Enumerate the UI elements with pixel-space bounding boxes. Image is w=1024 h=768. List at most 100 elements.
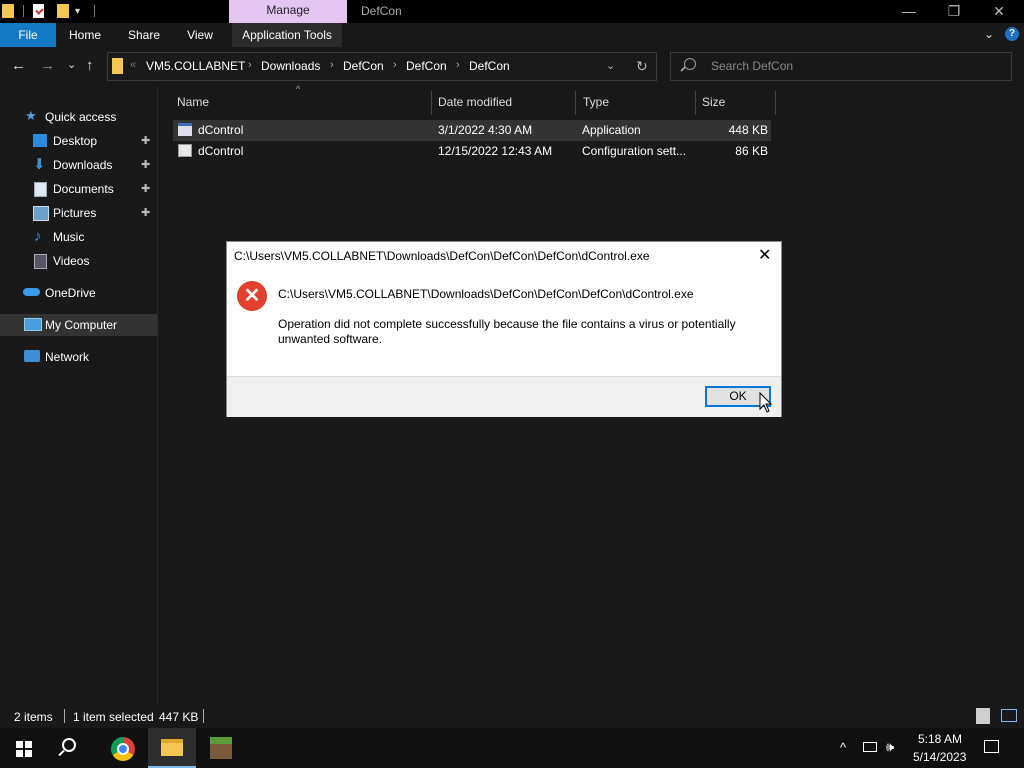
status-selected: 1 item selected (73, 710, 154, 724)
column-divider[interactable] (775, 91, 776, 115)
status-item-count: 2 items (14, 710, 53, 724)
download-icon: ⬇ (33, 156, 46, 173)
pin-icon[interactable]: ✚ (141, 178, 150, 200)
forward-button[interactable]: → (40, 57, 55, 74)
restore-button[interactable]: ❐ (931, 0, 977, 23)
nav-item-label: Downloads (53, 158, 113, 172)
column-divider[interactable] (575, 91, 576, 115)
column-header-name[interactable]: Name (177, 95, 209, 111)
new-folder-icon[interactable] (57, 4, 69, 18)
documents-icon (34, 182, 47, 197)
clock-time[interactable]: 5:18 AM (918, 732, 962, 746)
nav-item-pictures[interactable]: Pictures ✚ (0, 202, 157, 224)
breadcrumb-defcon-2[interactable]: DefCon (406, 59, 447, 73)
breadcrumb-downloads[interactable]: Downloads (261, 59, 320, 73)
breadcrumb-separator[interactable]: › (393, 59, 397, 71)
tab-home[interactable]: Home (60, 23, 110, 47)
dialog-file-path: C:\Users\VM5.COLLABNET\Downloads\DefCon\… (278, 287, 694, 301)
nav-item-music[interactable]: ♪ Music (0, 226, 157, 248)
nav-item-my-computer[interactable]: My Computer (0, 314, 157, 336)
back-button[interactable]: ← (11, 57, 26, 74)
nav-item-onedrive[interactable]: OneDrive (0, 282, 157, 304)
file-size: 448 KB (728, 123, 768, 137)
nav-item-quick-access[interactable]: ★ Quick access (0, 106, 157, 128)
properties-icon[interactable] (33, 4, 44, 18)
minimize-button[interactable]: — (886, 0, 932, 23)
volume-icon[interactable]: 🕪 (886, 739, 894, 755)
nav-item-desktop[interactable]: Desktop ✚ (0, 130, 157, 152)
file-size: 86 KB (735, 144, 768, 158)
dialog-close-button[interactable]: ✕ (758, 245, 771, 265)
nav-item-label: Pictures (53, 206, 97, 220)
pin-icon[interactable]: ✚ (141, 202, 150, 224)
customize-quick-access-icon[interactable]: ▾ (75, 6, 80, 17)
breadcrumb-separator[interactable]: › (330, 59, 334, 71)
cloud-icon (23, 288, 40, 296)
pin-icon[interactable]: ✚ (141, 154, 150, 176)
column-divider[interactable] (431, 91, 432, 115)
refresh-button[interactable]: ↻ (636, 58, 648, 75)
nav-item-label: My Computer (45, 318, 118, 332)
minecraft-icon[interactable] (210, 737, 232, 759)
expand-ribbon-icon[interactable]: ⌄ (984, 27, 994, 41)
notifications-icon[interactable] (984, 740, 999, 753)
breadcrumb-separator[interactable]: › (248, 59, 252, 71)
manage-context-tab[interactable]: Manage (229, 0, 347, 23)
tab-application-tools[interactable]: Application Tools (232, 23, 342, 47)
nav-item-network[interactable]: Network (0, 346, 157, 368)
file-date: 12/15/2022 12:43 AM (438, 144, 553, 158)
tab-share[interactable]: Share (122, 23, 166, 47)
column-divider[interactable] (695, 91, 696, 115)
nav-item-label: Quick access (45, 110, 117, 124)
address-overflow-icon[interactable]: « (130, 59, 136, 71)
star-icon: ★ (25, 108, 37, 123)
tab-view[interactable]: View (180, 23, 220, 47)
music-icon: ♪ (34, 228, 42, 245)
details-view-icon[interactable] (976, 708, 990, 724)
folder-icon[interactable] (2, 4, 14, 18)
chrome-icon[interactable] (111, 737, 135, 761)
clock-date[interactable]: 5/14/2023 (913, 750, 966, 764)
breadcrumb-separator[interactable]: › (456, 59, 460, 71)
file-row[interactable]: dControl 12/15/2022 12:43 AM Configurati… (173, 141, 771, 162)
nav-item-label: Videos (53, 254, 90, 268)
start-icon[interactable] (16, 741, 32, 757)
breadcrumb-defcon-3[interactable]: DefCon (469, 59, 510, 73)
file-row[interactable]: dControl 3/1/2022 4:30 AM Application 44… (173, 120, 771, 141)
dialog-message: Operation did not complete successfully … (278, 317, 736, 346)
status-size: 447 KB (159, 710, 199, 724)
file-type: Configuration sett... (582, 144, 687, 158)
address-dropdown-icon[interactable]: ⌄ (606, 59, 615, 72)
computer-icon (24, 318, 42, 331)
close-button[interactable]: ✕ (976, 0, 1022, 23)
nav-item-documents[interactable]: Documents ✚ (0, 178, 157, 200)
separator (23, 5, 24, 17)
window-title: DefCon (361, 4, 402, 18)
recent-locations-button[interactable]: ⌄ (67, 58, 76, 71)
tab-file[interactable]: File (0, 23, 56, 47)
nav-item-label: Desktop (53, 134, 98, 148)
pin-icon[interactable]: ✚ (141, 130, 150, 152)
show-hidden-icons-icon[interactable]: ^ (840, 740, 846, 755)
column-header-type[interactable]: Type (583, 95, 609, 111)
column-header-size[interactable]: Size (702, 95, 725, 111)
file-name: dControl (198, 123, 244, 137)
column-header-date-modified[interactable]: Date modified (438, 95, 512, 111)
breadcrumb-vm5[interactable]: VM5.COLLABNET (146, 59, 245, 73)
nav-item-label: Documents (53, 182, 114, 196)
large-icons-view-icon[interactable] (1001, 709, 1017, 722)
up-button[interactable]: ↑ (86, 57, 94, 74)
error-icon: ✕ (237, 281, 267, 311)
separator (203, 709, 204, 723)
nav-item-videos[interactable]: Videos (0, 250, 157, 272)
search-icon (684, 58, 696, 70)
network-status-icon[interactable] (863, 742, 877, 752)
help-icon[interactable]: ? (1005, 27, 1019, 41)
search-icon[interactable] (62, 738, 76, 752)
separator (64, 709, 65, 723)
folder-icon (112, 58, 123, 74)
nav-item-downloads[interactable]: ⬇ Downloads ✚ (0, 154, 157, 176)
file-type: Application (582, 123, 641, 137)
breadcrumb-defcon-1[interactable]: DefCon (343, 59, 384, 73)
desktop-icon (33, 134, 47, 147)
